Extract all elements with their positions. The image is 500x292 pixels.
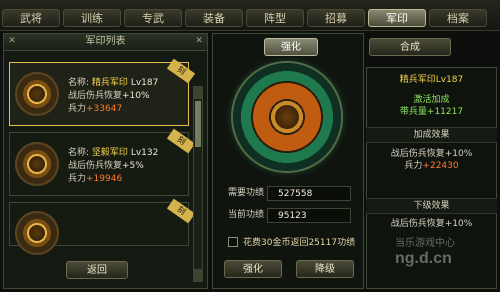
refund-checkbox-label: 花费30金币返回25117功绩 (243, 238, 356, 248)
tab-junyin[interactable]: 军印 (368, 9, 426, 27)
seal-info-name: 精兵军印Lv187 (399, 75, 464, 85)
refund-checkbox[interactable] (228, 237, 238, 247)
effect-label: 战后伤兵恢复 (68, 91, 123, 101)
strengthen-button[interactable]: 强化 (224, 260, 282, 278)
seal-list-panel: ✕ 军印列表 ✕ 刻 名称: 精兵军印 Lv187 战后伤兵恢复+10% 兵力+… (3, 33, 208, 289)
current-merit-label: 当前功绩 (228, 210, 265, 220)
seal-troop-line: 兵力+33647 (68, 101, 122, 114)
compose-tab[interactable]: 合成 (369, 38, 451, 56)
effect-value: +10% (122, 91, 150, 101)
seal-card-1[interactable]: 刻 名称: 精兵军印 Lv187 战后伤兵恢复+10% 兵力+33647 (9, 58, 196, 126)
troop-value: +33647 (86, 104, 123, 114)
medal-center-icon (275, 105, 299, 129)
need-merit-value: 527558 (267, 186, 351, 201)
next-level-effect: 战后伤兵恢复+10% (390, 219, 473, 229)
next-level-title: 下级效果 (366, 198, 497, 214)
engraved-badge: 刻 (166, 198, 196, 224)
strengthen-tab[interactable]: 强化 (264, 38, 318, 56)
back-button[interactable]: 返回 (66, 261, 128, 279)
engraved-badge: 刻 (166, 58, 196, 84)
scroll-thumb[interactable] (195, 101, 201, 147)
name-label: 名称: (68, 148, 90, 158)
seal-card-2[interactable]: 刻 名称: 坚毅军印 Lv132 战后伤兵恢复+5% 兵力+19946 (9, 128, 196, 196)
watermark-en: ng.d.cn (395, 250, 452, 267)
engraved-badge: 刻 (166, 128, 196, 154)
downgrade-button[interactable]: 降级 (296, 260, 354, 278)
seal-name: 坚毅军印 (91, 148, 128, 158)
seal-medal-icon (15, 211, 59, 255)
effect-value: +5% (122, 161, 144, 171)
top-tab-bar: 武将 训练 专武 装备 阵型 招募 军印 档案 (0, 0, 500, 31)
tab-wujiang[interactable]: 武将 (2, 9, 60, 27)
effect-label: 战后伤兵恢复 (68, 161, 123, 171)
tab-zhenxing[interactable]: 阵型 (246, 9, 304, 27)
seal-name-line: 名称: 精兵军印 Lv187 (68, 75, 158, 88)
troop-label: 兵力 (68, 174, 87, 184)
tab-xunlian[interactable]: 训练 (63, 9, 121, 27)
need-merit-label: 需要功绩 (228, 188, 265, 198)
current-merit-value: 95123 (267, 208, 351, 223)
seal-level: Lv132 (130, 148, 159, 158)
bonus-troop-value: +22430 (422, 161, 459, 171)
scroll-up-button[interactable] (194, 87, 202, 99)
troop-value: +19946 (86, 174, 123, 184)
name-label: 名称: (68, 78, 90, 88)
scroll-down-button[interactable] (194, 269, 202, 281)
seal-name-line: 名称: 坚毅军印 Lv132 (68, 145, 158, 158)
tab-dangan[interactable]: 档案 (429, 9, 487, 27)
watermark-cn: 当乐游戏中心 (395, 238, 455, 249)
tab-zhuanwu[interactable]: 专武 (124, 9, 182, 27)
seal-medal-icon (15, 142, 59, 186)
seal-troop-line: 兵力+19946 (68, 171, 122, 184)
seal-list-title-text: 军印列表 (85, 36, 126, 47)
seal-name: 精兵军印 (91, 78, 128, 88)
seal-card-3-partial[interactable]: 刻 (9, 198, 196, 255)
tab-zhuangbei[interactable]: 装备 (185, 9, 243, 27)
close-left-icon: ✕ (8, 36, 16, 46)
bonus-troop-label: 兵力 (404, 161, 423, 171)
leader-bonus: 带兵量+11217 (399, 107, 464, 117)
seal-effect-line: 战后伤兵恢复+10% (68, 88, 150, 101)
close-right-icon: ✕ (195, 36, 203, 46)
seal-medal-icon (15, 72, 59, 116)
seal-list-scrollbar[interactable] (193, 86, 203, 282)
bonus-effect-title: 加成效果 (366, 127, 497, 143)
tab-zhaomu[interactable]: 招募 (307, 9, 365, 27)
big-seal-medal-icon (233, 63, 341, 171)
seal-effect-line: 战后伤兵恢复+5% (68, 158, 144, 171)
seal-list-title: ✕ 军印列表 ✕ (4, 34, 207, 51)
troop-label: 兵力 (68, 104, 87, 114)
bonus-troop-line: 兵力+22430 (366, 158, 497, 171)
watermark: 当乐游戏中心 ng.d.cn (395, 234, 495, 284)
seal-level: Lv187 (130, 78, 159, 88)
